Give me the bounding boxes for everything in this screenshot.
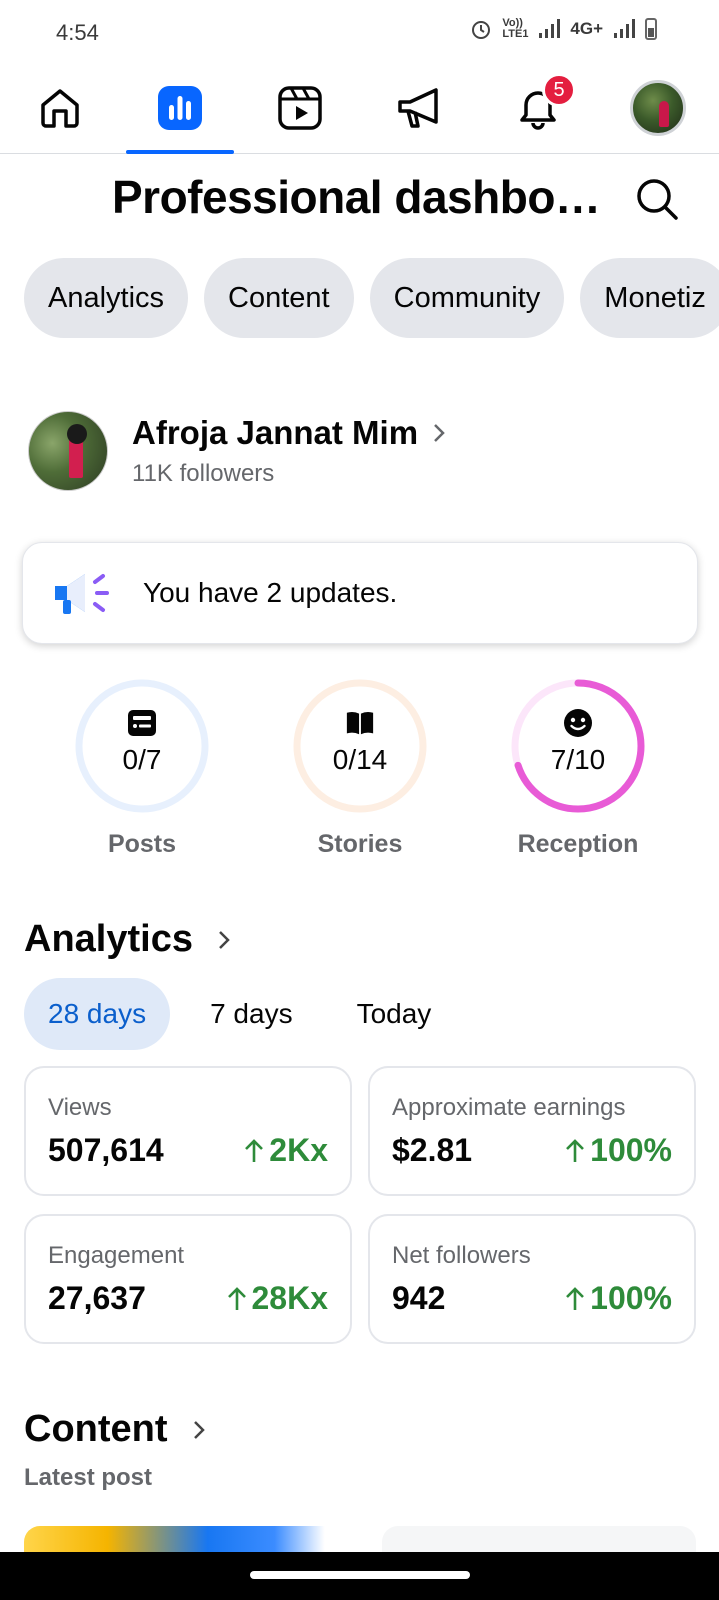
profile-followers: 11K followers [132, 460, 275, 487]
nav-dashboard[interactable] [150, 78, 210, 138]
arrow-up-icon [566, 1138, 585, 1162]
profile-info: Afroja Jannat Mim 11K followers [132, 414, 448, 488]
tab-7-days[interactable]: 7 days [186, 978, 317, 1050]
updates-text: You have 2 updates. [143, 577, 398, 608]
ring-reception-value: 7/10 [550, 744, 606, 775]
status-bar: 4:54 Vo)) LTE1 4G+ [0, 0, 719, 66]
analytics-tabs: 28 days 7 days Today [24, 978, 455, 1050]
ring-posts-value: 0/7 [122, 744, 162, 775]
nav-notifications[interactable]: 5 [508, 73, 576, 138]
profile-avatar [28, 411, 108, 491]
nav-reels[interactable] [270, 78, 330, 138]
ring-reception[interactable]: 7/10 Reception [508, 676, 648, 859]
stat-change: 100% [564, 1132, 672, 1169]
stat-card-net-followers[interactable]: Net followers 942 100% [368, 1214, 696, 1344]
smiley-icon [563, 708, 593, 738]
post-icon [127, 708, 157, 738]
search-icon [637, 179, 678, 220]
chevron-right-icon [219, 930, 230, 949]
reels-icon [278, 86, 322, 130]
stat-change-value: 100% [590, 1280, 672, 1316]
home-icon [41, 89, 79, 128]
stat-value: 942 [392, 1280, 446, 1316]
latest-post-label: Latest post [24, 1464, 153, 1491]
arrow-up-icon [227, 1286, 246, 1310]
stat-card-engagement[interactable]: Engagement 27,637 28Kx [24, 1214, 352, 1344]
profile-name: Afroja Jannat Mim [132, 414, 419, 451]
stat-value: 27,637 [48, 1280, 146, 1316]
stat-card-earnings[interactable]: Approximate earnings $2.81 100% [368, 1066, 696, 1196]
chip-monetization[interactable]: Monetiz [580, 258, 719, 338]
dashboard-icon [158, 86, 202, 130]
analytics-heading[interactable]: Analytics [24, 918, 233, 961]
profile-row[interactable]: Afroja Jannat Mim 11K followers [28, 410, 448, 492]
stat-label: Engagement [48, 1242, 185, 1269]
chip-content[interactable]: Content [204, 258, 354, 338]
page-title: Professional dashbo… [112, 171, 601, 223]
ring-posts[interactable]: 0/7 Posts [72, 676, 212, 859]
stat-change-value: 100% [590, 1132, 672, 1168]
battery-icon [645, 18, 657, 40]
book-icon [345, 708, 375, 738]
top-nav: 5 [0, 66, 719, 154]
ring-stories[interactable]: 0/14 Stories [290, 676, 430, 859]
volte-label: Vo)) LTE1 [502, 17, 529, 40]
avatar [630, 80, 686, 136]
alarm-icon [472, 21, 491, 39]
goal-rings: 0/7 Posts 0/14 Stories 7/10 Reception [0, 676, 719, 866]
analytics-cards: Views 507,614 2Kx Approximate earnings $… [24, 1066, 696, 1344]
stat-value: 507,614 [48, 1132, 164, 1168]
stat-change: 28Kx [226, 1280, 329, 1317]
chevron-right-icon [193, 1420, 205, 1439]
megaphone-color-icon [55, 574, 109, 614]
nav-ads[interactable] [390, 78, 450, 138]
section-chips: Analytics Content Community Monetiz [24, 258, 719, 338]
status-icons: Vo)) LTE1 4G+ [470, 18, 657, 40]
signal-icon [539, 19, 561, 38]
nav-profile[interactable] [628, 78, 688, 138]
stat-value: $2.81 [392, 1132, 473, 1168]
arrow-up-icon [245, 1138, 264, 1162]
content-title: Content [24, 1408, 168, 1450]
nav-home[interactable] [30, 78, 90, 138]
signal-icon-2 [614, 19, 635, 38]
stat-label: Approximate earnings [392, 1094, 626, 1121]
latest-post-thumbnails [24, 1526, 696, 1552]
updates-card[interactable]: You have 2 updates. [22, 542, 698, 644]
status-time: 4:54 [56, 20, 99, 45]
tab-today[interactable]: Today [333, 978, 456, 1050]
ring-reception-label: Reception [517, 830, 639, 858]
content-heading[interactable]: Content [24, 1408, 208, 1451]
system-nav-bar [0, 1552, 719, 1600]
notification-badge: 5 [542, 73, 576, 107]
home-gesture-pill[interactable] [250, 1571, 470, 1579]
chip-analytics[interactable]: Analytics [24, 258, 189, 338]
ring-stories-value: 0/14 [332, 744, 388, 775]
profile-name-row: Afroja Jannat Mim [132, 414, 448, 452]
stat-change: 100% [564, 1280, 672, 1317]
search-button[interactable] [630, 172, 684, 226]
ring-posts-label: Posts [107, 830, 177, 858]
chip-community[interactable]: Community [369, 258, 565, 338]
post-thumbnail[interactable] [24, 1526, 358, 1552]
stat-label: Net followers [392, 1242, 531, 1269]
tab-28-days[interactable]: 28 days [24, 978, 171, 1050]
arrow-up-icon [566, 1286, 585, 1310]
post-thumbnail[interactable] [382, 1526, 696, 1552]
active-tab-indicator [126, 150, 234, 154]
stat-change-value: 28Kx [251, 1280, 329, 1316]
network-label: 4G+ [570, 19, 603, 38]
chevron-right-icon [434, 424, 445, 442]
stat-card-views[interactable]: Views 507,614 2Kx [24, 1066, 352, 1196]
stat-label: Views [48, 1094, 112, 1121]
megaphone-icon [398, 88, 438, 128]
stat-change: 2Kx [243, 1132, 328, 1169]
stat-change-value: 2Kx [269, 1132, 328, 1168]
ring-stories-label: Stories [317, 830, 403, 858]
analytics-title: Analytics [24, 918, 193, 960]
